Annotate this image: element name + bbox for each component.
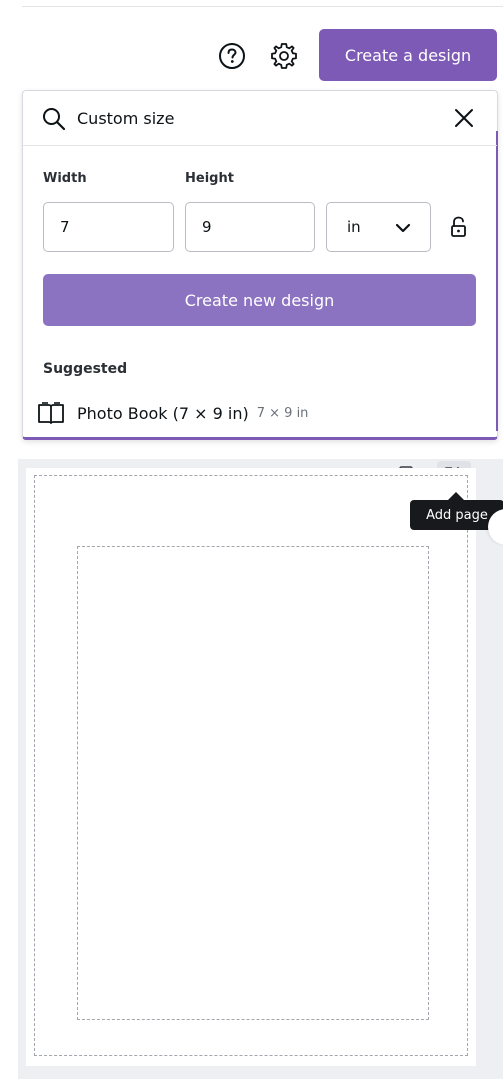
custom-size-panel: Width Height 7 9 in Create new design Su… bbox=[22, 90, 498, 440]
create-a-design-button[interactable]: Create a design bbox=[319, 29, 497, 81]
gear-icon[interactable] bbox=[269, 41, 299, 71]
create-new-design-button[interactable]: Create new design bbox=[43, 274, 476, 326]
open-book-icon bbox=[38, 402, 64, 424]
question-circle-icon[interactable] bbox=[218, 42, 246, 70]
close-icon[interactable] bbox=[451, 105, 477, 131]
search-input[interactable] bbox=[77, 103, 437, 133]
search-row bbox=[23, 91, 497, 146]
unit-select-value: in bbox=[347, 218, 361, 236]
height-label: Height bbox=[185, 171, 234, 186]
tooltip-arrow bbox=[448, 492, 464, 500]
unlocked-padlock-icon[interactable] bbox=[449, 215, 469, 239]
panel-accent-border bbox=[496, 131, 498, 431]
suggestion-dimensions: 7 × 9 in bbox=[256, 405, 309, 421]
suggestion-name: Photo Book (7 × 9 in) bbox=[77, 403, 249, 423]
width-label: Width bbox=[43, 171, 87, 186]
design-page[interactable] bbox=[26, 468, 476, 1066]
safe-area-guide bbox=[77, 546, 429, 1020]
suggestion-item[interactable]: Photo Book (7 × 9 in) 7 × 9 in bbox=[37, 399, 457, 427]
unit-select[interactable]: in bbox=[326, 202, 431, 252]
design-editor: Create a design Width Height 7 9 in bbox=[0, 0, 503, 1079]
canvas-workspace: Add page bbox=[18, 459, 503, 1079]
search-icon bbox=[43, 108, 66, 131]
top-divider bbox=[22, 6, 503, 7]
height-input[interactable]: 9 bbox=[185, 202, 315, 252]
suggested-heading: Suggested bbox=[43, 361, 128, 377]
chevron-down-icon bbox=[395, 223, 411, 233]
width-input[interactable]: 7 bbox=[43, 202, 174, 252]
